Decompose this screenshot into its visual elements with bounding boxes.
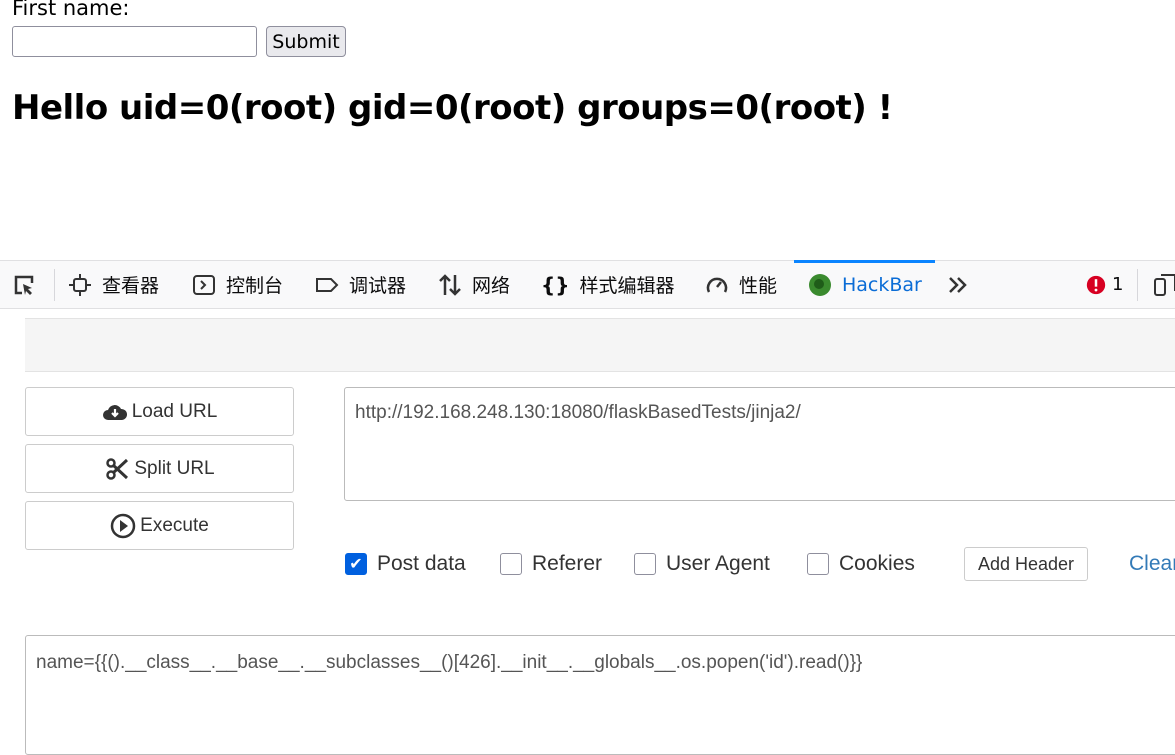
tab-performance[interactable]: 性能 bbox=[705, 261, 777, 308]
tab-label: 网络 bbox=[472, 275, 511, 297]
tab-label: 样式编辑器 bbox=[579, 275, 675, 297]
element-picker-icon bbox=[14, 275, 34, 295]
tab-label: 查看器 bbox=[102, 275, 160, 297]
error-count: 1 bbox=[1112, 274, 1124, 295]
responsive-design-button[interactable] bbox=[1153, 261, 1175, 308]
hackbar-menu-bar bbox=[25, 318, 1175, 372]
tab-style-editor[interactable]: {} 样式编辑器 bbox=[541, 261, 675, 308]
debugger-icon bbox=[316, 277, 339, 292]
post-data-checkbox[interactable]: ✔ Post data bbox=[345, 552, 466, 576]
tab-inspector[interactable]: 查看器 bbox=[68, 261, 159, 308]
checkbox-label: User Agent bbox=[666, 552, 770, 575]
button-label: Split URL bbox=[134, 457, 215, 479]
post-data-textarea[interactable]: name={{().__class__.__base__.__subclasse… bbox=[25, 635, 1175, 755]
add-header-button[interactable]: Add Header bbox=[964, 547, 1088, 581]
tab-label: 调试器 bbox=[349, 275, 407, 297]
checkbox-box bbox=[500, 553, 522, 575]
console-icon bbox=[193, 274, 215, 295]
tab-label: 控制台 bbox=[226, 275, 284, 297]
button-label: Execute bbox=[140, 514, 209, 536]
url-textarea[interactable]: http://192.168.248.130:18080/flaskBasedT… bbox=[344, 387, 1175, 501]
first-name-label: First name: bbox=[12, 0, 130, 20]
checkbox-checked-icon: ✔ bbox=[345, 553, 367, 575]
checkbox-box bbox=[634, 553, 656, 575]
hackbar-icon bbox=[809, 273, 831, 296]
devtools-toolbar: 查看器 控制台 调试器 网络 {} 样式编辑器 性能 HackBar 1 bbox=[0, 260, 1175, 309]
more-tabs-button[interactable] bbox=[946, 261, 970, 308]
inspector-icon bbox=[69, 273, 91, 296]
cookies-checkbox[interactable]: Cookies bbox=[807, 552, 915, 576]
error-count-button[interactable]: 1 bbox=[1086, 261, 1123, 308]
referer-checkbox[interactable]: Referer bbox=[500, 552, 602, 576]
error-icon bbox=[1086, 275, 1106, 294]
checkbox-label: Post data bbox=[377, 552, 466, 575]
scissors-icon bbox=[106, 457, 129, 480]
clear-link[interactable]: Clear bbox=[1129, 552, 1175, 576]
split-url-button[interactable]: Split URL bbox=[25, 444, 294, 493]
user-agent-checkbox[interactable]: User Agent bbox=[634, 552, 770, 576]
submit-button[interactable]: Submit bbox=[266, 26, 346, 57]
tab-label: HackBar bbox=[842, 273, 922, 296]
play-circle-icon bbox=[110, 513, 136, 538]
tab-console[interactable]: 控制台 bbox=[192, 261, 283, 308]
chevrons-right-icon bbox=[949, 276, 967, 293]
tab-debugger[interactable]: 调试器 bbox=[315, 261, 406, 308]
tab-network[interactable]: 网络 bbox=[438, 261, 510, 308]
load-url-button[interactable]: Load URL bbox=[25, 387, 294, 436]
performance-icon bbox=[706, 277, 728, 293]
element-picker-button[interactable] bbox=[12, 261, 36, 308]
tab-label: 性能 bbox=[739, 275, 778, 297]
greeting-heading: Hello uid=0(root) gid=0(root) groups=0(r… bbox=[12, 88, 893, 128]
button-label: Load URL bbox=[131, 400, 218, 422]
first-name-input[interactable] bbox=[12, 26, 257, 57]
cloud-download-icon bbox=[102, 404, 127, 420]
checkbox-label: Cookies bbox=[839, 552, 915, 575]
network-icon bbox=[439, 273, 461, 296]
checkbox-label: Referer bbox=[532, 552, 603, 575]
style-editor-icon: {} bbox=[541, 272, 570, 297]
execute-button[interactable]: Execute bbox=[25, 501, 294, 550]
tab-hackbar[interactable]: HackBar bbox=[808, 261, 922, 308]
responsive-design-icon bbox=[1154, 273, 1175, 296]
checkbox-box bbox=[807, 553, 829, 575]
